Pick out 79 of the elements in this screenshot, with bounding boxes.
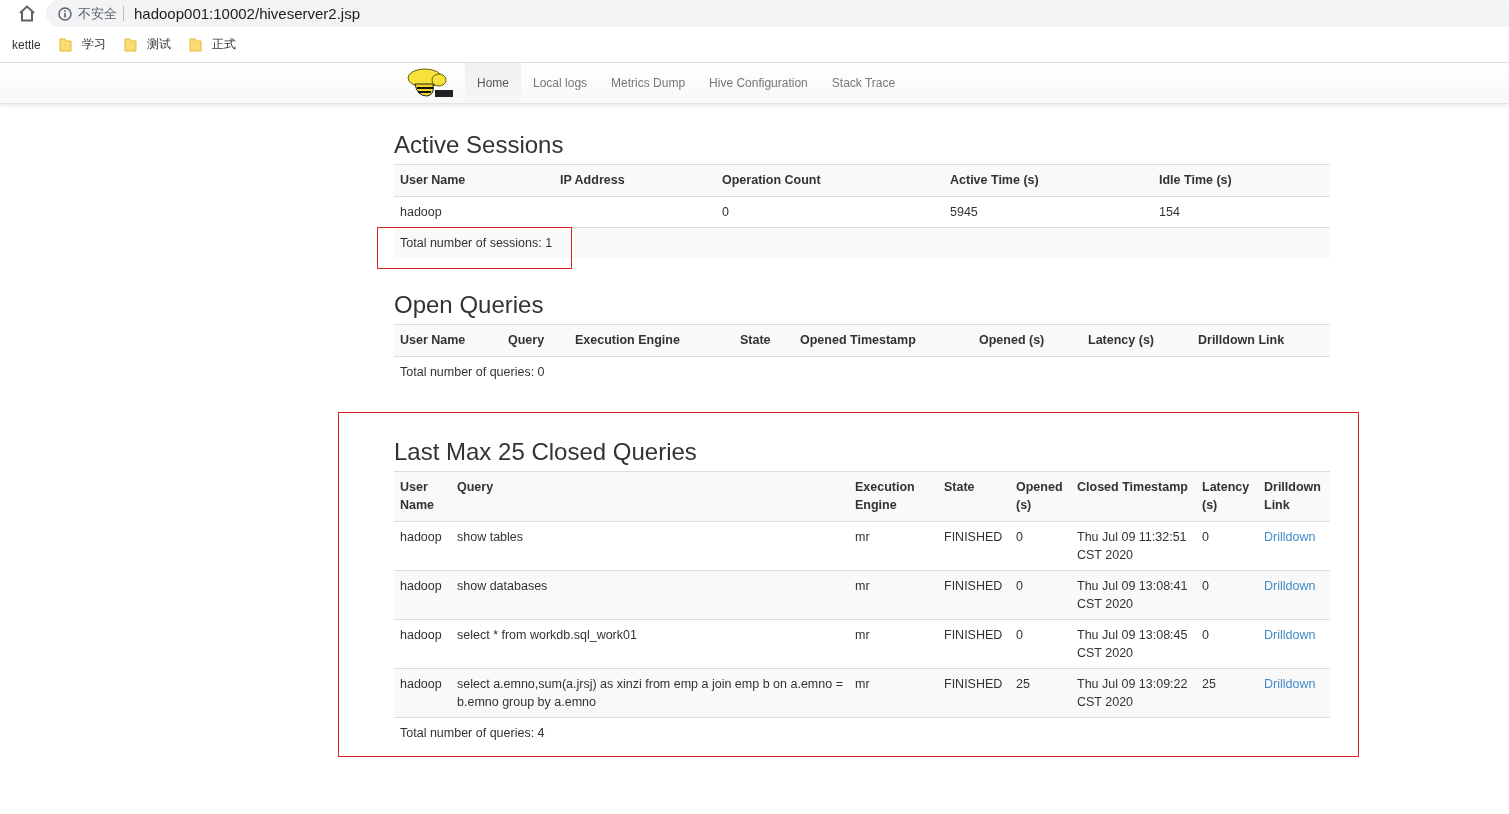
table-cell: 0: [1196, 521, 1258, 571]
nav-link[interactable]: Stack Trace: [819, 63, 908, 103]
column-header: Latency (s): [1082, 324, 1192, 357]
column-header: Latency (s): [1196, 471, 1258, 522]
info-icon[interactable]: [58, 6, 72, 21]
url-text[interactable]: hadoop001:10002/hiveserver2.jsp: [130, 5, 360, 22]
table-cell: hadoop: [394, 570, 451, 620]
table-cell: FINISHED: [938, 521, 1010, 571]
column-header: Opened Timestamp: [794, 324, 973, 357]
drilldown-link[interactable]: Drilldown: [1264, 530, 1316, 544]
table-cell: 5945: [944, 196, 1153, 228]
table-cell: FINISHED: [938, 619, 1010, 669]
column-header: Active Time (s): [944, 164, 1153, 197]
table-cell: Thu Jul 09 13:08:45 CST 2020: [1071, 619, 1196, 669]
column-header: Query: [451, 471, 849, 522]
home-icon[interactable]: [18, 5, 36, 22]
nav-link[interactable]: Home: [465, 63, 521, 103]
folder-icon: [123, 37, 137, 52]
column-header: State: [938, 471, 1010, 522]
table-cell: 0: [1010, 619, 1071, 669]
nav-link[interactable]: Metrics Dump: [599, 63, 698, 103]
table-cell: select a.emno,sum(a.jrsj) as xinzi from emp a join emp b on a.emno = b.emno group by a.emno: [451, 668, 849, 718]
column-header: Operation Count: [716, 164, 944, 197]
table-cell: 0: [1196, 570, 1258, 620]
column-header: Execution Engine: [569, 324, 734, 357]
table-cell: mr: [849, 668, 938, 718]
column-header: Opened (s): [1010, 471, 1071, 522]
column-header: User Name: [394, 471, 451, 522]
bookmark[interactable]: kettle: [12, 37, 41, 52]
security-label: 不安全: [78, 6, 124, 21]
bookmark[interactable]: 测试: [123, 36, 171, 53]
table-cell: Thu Jul 09 13:08:41 CST 2020: [1071, 570, 1196, 620]
column-header: Closed Timestamp: [1071, 471, 1196, 522]
table-cell: mr: [849, 570, 938, 620]
table-cell: mr: [849, 619, 938, 669]
column-header: Execution Engine: [849, 471, 938, 522]
drilldown-link[interactable]: Drilldown: [1264, 579, 1316, 593]
table-cell: 25: [1196, 668, 1258, 718]
section-heading: Last Max 25 Closed Queries: [394, 437, 698, 467]
section-heading: Active Sessions: [394, 130, 565, 160]
table-cell: 25: [1010, 668, 1071, 718]
column-header: Drilldown Link: [1258, 471, 1330, 522]
table-cell: 0: [1010, 521, 1071, 571]
bookmark[interactable]: 正式: [188, 36, 236, 53]
column-header: User Name: [394, 324, 502, 357]
table-cell: 154: [1153, 196, 1330, 228]
table-cell: 0: [1010, 570, 1071, 620]
folder-icon: [188, 37, 202, 52]
drilldown-link[interactable]: Drilldown: [1264, 677, 1316, 691]
table-cell: hadoop: [394, 668, 451, 718]
column-header: User Name: [394, 164, 554, 197]
table-cell: select * from workdb.sql_work01: [451, 619, 849, 669]
table-cell: show tables: [451, 521, 849, 571]
nav-link[interactable]: Local logs: [521, 63, 600, 103]
table-cell: FINISHED: [938, 668, 1010, 718]
total-count: Total number of queries: 0: [400, 365, 545, 379]
table-cell: Thu Jul 09 11:32:51 CST 2020: [1071, 521, 1196, 571]
table-cell: hadoop: [394, 196, 554, 228]
table-cell: 0: [1196, 619, 1258, 669]
nav-link[interactable]: Hive Configuration: [697, 63, 820, 103]
table-cell: mr: [849, 521, 938, 571]
section-heading: Open Queries: [394, 290, 545, 320]
total-count: Total number of queries: 4: [400, 726, 545, 740]
column-header: Idle Time (s): [1153, 164, 1330, 197]
table-cell: hadoop: [394, 521, 451, 571]
table-cell: 0: [716, 196, 944, 228]
column-header: Query: [502, 324, 569, 357]
total-count: Total number of sessions: 1: [400, 236, 553, 250]
table-cell: Thu Jul 09 13:09:22 CST 2020: [1071, 668, 1196, 718]
column-header: State: [734, 324, 794, 357]
folder-icon: [58, 37, 72, 52]
table-cell: show databases: [451, 570, 849, 620]
table-cell: FINISHED: [938, 570, 1010, 620]
drilldown-link[interactable]: Drilldown: [1264, 628, 1316, 642]
column-header: Opened (s): [973, 324, 1082, 357]
bookmark[interactable]: 学习: [58, 36, 106, 53]
column-header: Drilldown Link: [1192, 324, 1330, 357]
column-header: IP Address: [554, 164, 716, 197]
table-cell: hadoop: [394, 619, 451, 669]
